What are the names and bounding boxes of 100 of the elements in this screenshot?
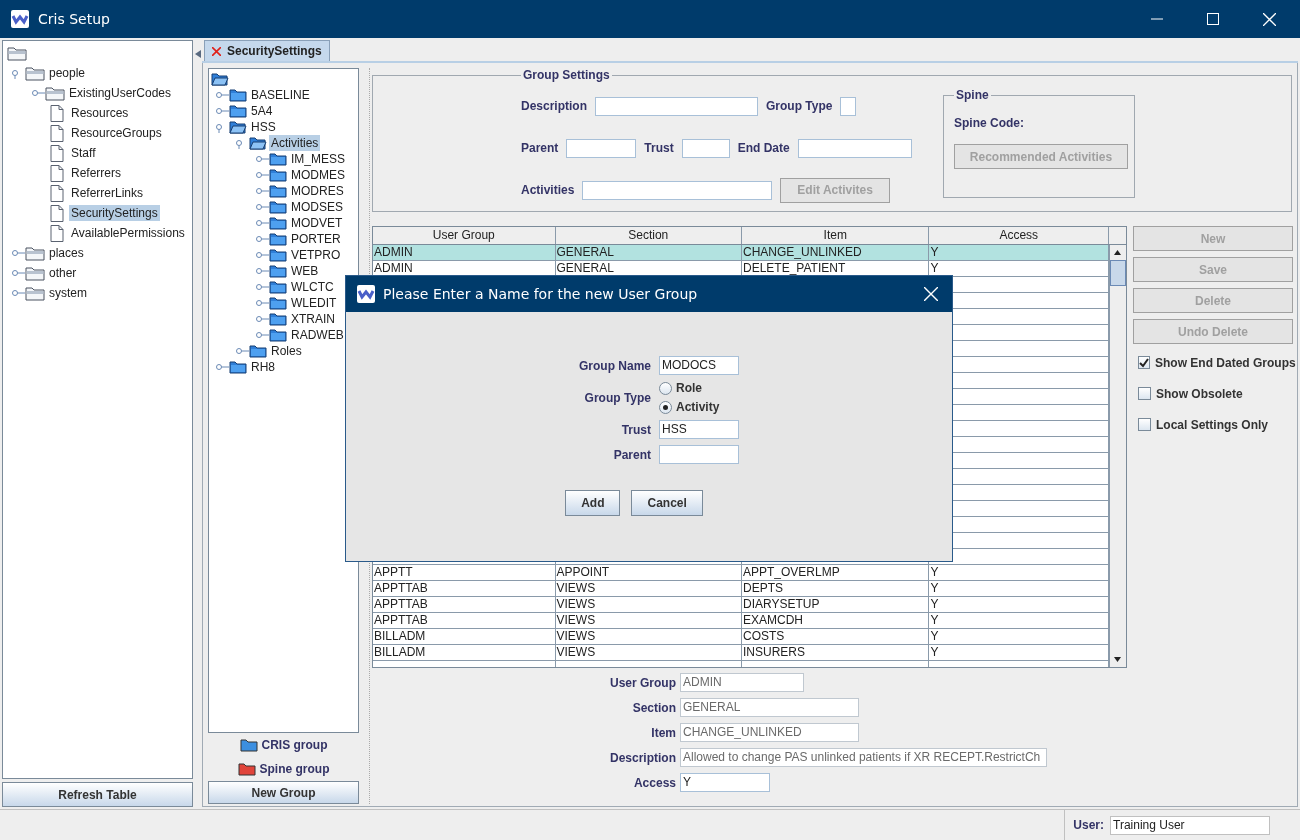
tree-item[interactable]: WEB bbox=[289, 263, 321, 279]
collapsed-handle-icon[interactable] bbox=[235, 345, 249, 357]
radio-button[interactable] bbox=[659, 381, 672, 395]
checkbox[interactable] bbox=[1138, 418, 1151, 431]
column-header[interactable]: Section bbox=[555, 227, 742, 244]
radio-button[interactable] bbox=[659, 400, 672, 414]
field-label: User Group bbox=[609, 675, 676, 690]
tree-item[interactable]: VETPRO bbox=[289, 247, 343, 263]
tree-item[interactable]: other bbox=[47, 265, 79, 281]
tree-item[interactable]: places bbox=[47, 245, 86, 261]
collapsed-handle-icon[interactable] bbox=[255, 329, 269, 341]
scrollbar-thumb[interactable] bbox=[1110, 260, 1126, 286]
tree-item[interactable]: MODMES bbox=[289, 167, 347, 183]
tree-item[interactable]: RH8 bbox=[249, 359, 277, 375]
collapsed-handle-icon[interactable] bbox=[255, 281, 269, 293]
tree-item[interactable]: Referrers bbox=[69, 165, 123, 181]
tree-item[interactable]: XTRAIN bbox=[289, 311, 337, 327]
collapsed-handle-icon[interactable] bbox=[255, 249, 269, 261]
collapsed-handle-icon[interactable] bbox=[255, 313, 269, 325]
folder-icon bbox=[269, 200, 287, 214]
checkbox-label[interactable]: Local Settings Only bbox=[1156, 417, 1269, 432]
dialog-button[interactable]: Add bbox=[565, 490, 621, 516]
radio-label[interactable]: Activity bbox=[676, 400, 720, 414]
tree-item[interactable]: BASELINE bbox=[249, 87, 312, 103]
collapsed-handle-icon[interactable] bbox=[255, 297, 269, 309]
tree-item[interactable]: ExistingUserCodes bbox=[67, 85, 174, 101]
table-row[interactable]: BILLADM VIEWS COSTS Y bbox=[373, 629, 1109, 645]
checkbox[interactable] bbox=[1138, 356, 1150, 369]
tree-item[interactable]: SecuritySettings bbox=[69, 205, 160, 221]
table-row[interactable]: APPTTAB VIEWS EXAMCDH Y bbox=[373, 613, 1109, 629]
tree-item[interactable]: Resources bbox=[69, 105, 131, 121]
table-row[interactable]: APPTTAB VIEWS DIARYSETUP Y bbox=[373, 597, 1109, 613]
folder-icon bbox=[269, 248, 287, 262]
close-icon[interactable] bbox=[1263, 12, 1276, 26]
trust-field[interactable]: HSS bbox=[659, 420, 739, 439]
tree-item[interactable]: WLEDIT bbox=[289, 295, 339, 311]
tree-item[interactable]: MODSES bbox=[289, 199, 345, 215]
collapsed-handle-icon[interactable] bbox=[31, 87, 45, 99]
group-name-field[interactable]: MODOCS bbox=[659, 356, 739, 375]
tree-item[interactable]: system bbox=[47, 285, 89, 301]
column-header[interactable]: Item bbox=[742, 227, 930, 244]
vertical-scrollbar[interactable] bbox=[1109, 245, 1126, 667]
column-header[interactable]: Access bbox=[929, 227, 1109, 244]
folder-icon bbox=[269, 168, 287, 182]
new-group-button[interactable]: New Group bbox=[208, 781, 359, 804]
tree-item[interactable]: PORTER bbox=[289, 231, 343, 247]
tree-item[interactable]: Activities bbox=[269, 135, 321, 151]
table-row[interactable]: BILLADM VIEWS INSURERS Y bbox=[373, 645, 1109, 661]
tree-item[interactable]: WLCTC bbox=[289, 279, 336, 295]
collapsed-handle-icon[interactable] bbox=[11, 247, 25, 259]
tree-item[interactable]: Roles bbox=[269, 343, 304, 359]
table-cell: BILLADM bbox=[373, 629, 556, 644]
text-field[interactable] bbox=[595, 96, 758, 116]
collapsed-handle-icon[interactable] bbox=[255, 185, 269, 197]
column-header[interactable]: User Group bbox=[373, 227, 556, 244]
collapsed-handle-icon[interactable] bbox=[255, 233, 269, 245]
collapsed-handle-icon[interactable] bbox=[255, 217, 269, 229]
refresh-table-button[interactable]: Refresh Table bbox=[2, 782, 193, 807]
dialog-button[interactable]: Cancel bbox=[631, 490, 703, 516]
close-icon[interactable] bbox=[924, 287, 938, 301]
collapsed-handle-icon[interactable] bbox=[11, 287, 25, 299]
checkbox-label[interactable]: Show End Dated Groups bbox=[1155, 355, 1296, 370]
tree-item[interactable]: ReferrerLinks bbox=[69, 185, 146, 201]
text-field[interactable]: Y bbox=[680, 773, 770, 792]
tree-item[interactable]: IM_MESS bbox=[289, 151, 347, 167]
collapsed-handle-icon[interactable] bbox=[255, 169, 269, 181]
close-tab-icon[interactable] bbox=[212, 46, 221, 56]
text-field[interactable] bbox=[840, 96, 857, 116]
tree-item[interactable]: RADWEB bbox=[289, 327, 346, 343]
collapsed-handle-icon[interactable] bbox=[215, 105, 229, 117]
collapsed-handle-icon[interactable] bbox=[255, 201, 269, 213]
table-row[interactable]: APPTTAB VIEWS DEPTS Y bbox=[373, 581, 1109, 597]
tree-item[interactable]: Staff bbox=[69, 145, 98, 161]
tree-item[interactable]: HSS bbox=[249, 119, 278, 135]
tab[interactable]: SecuritySettings bbox=[204, 40, 330, 61]
text-field[interactable] bbox=[797, 138, 912, 158]
tree-item[interactable]: MODVET bbox=[289, 215, 345, 231]
tree-item[interactable]: AvailablePermissions bbox=[69, 225, 187, 241]
tree-item[interactable]: 5A4 bbox=[249, 103, 275, 119]
tree-item[interactable]: people bbox=[47, 65, 88, 81]
text-field[interactable] bbox=[681, 138, 730, 158]
table-row[interactable]: ADMIN GENERAL CHANGE_UNLINKED Y bbox=[373, 245, 1109, 261]
checkbox-label[interactable]: Show Obsolete bbox=[1156, 386, 1243, 401]
text-field[interactable] bbox=[566, 138, 637, 158]
collapsed-handle-icon[interactable] bbox=[215, 89, 229, 101]
folder-icon bbox=[229, 104, 247, 118]
table-row[interactable]: APPTT APPOINT APPT_OVERLMP Y bbox=[373, 565, 1109, 581]
text-field[interactable] bbox=[582, 180, 773, 200]
collapse-arrow-icon[interactable] bbox=[195, 50, 201, 58]
collapsed-handle-icon[interactable] bbox=[255, 265, 269, 277]
checkbox[interactable] bbox=[1138, 387, 1151, 400]
collapsed-handle-icon[interactable] bbox=[215, 361, 229, 373]
maximize-icon[interactable] bbox=[1207, 13, 1219, 25]
collapsed-handle-icon[interactable] bbox=[255, 153, 269, 165]
radio-label[interactable]: Role bbox=[676, 381, 702, 395]
collapsed-handle-icon[interactable] bbox=[11, 267, 25, 279]
parent-field[interactable] bbox=[659, 445, 739, 464]
tree-item[interactable]: MODRES bbox=[289, 183, 346, 199]
table-cell: VIEWS bbox=[555, 581, 742, 596]
tree-item[interactable]: ResourceGroups bbox=[69, 125, 164, 141]
